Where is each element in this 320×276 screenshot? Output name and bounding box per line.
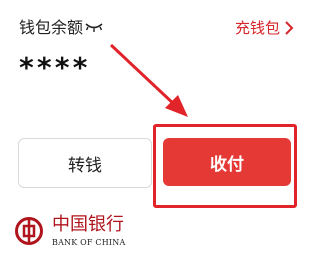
bank-of-china-logo <box>15 217 43 245</box>
collect-pay-label: 收付 <box>210 154 244 175</box>
bank-name-english: BANK OF CHINA <box>52 238 126 247</box>
transfer-button[interactable]: 转钱 <box>18 138 152 188</box>
bank-name-chinese: 中国银行 <box>52 214 124 235</box>
collect-pay-button[interactable]: 收付 <box>163 138 291 186</box>
transfer-label: 转钱 <box>68 155 102 176</box>
